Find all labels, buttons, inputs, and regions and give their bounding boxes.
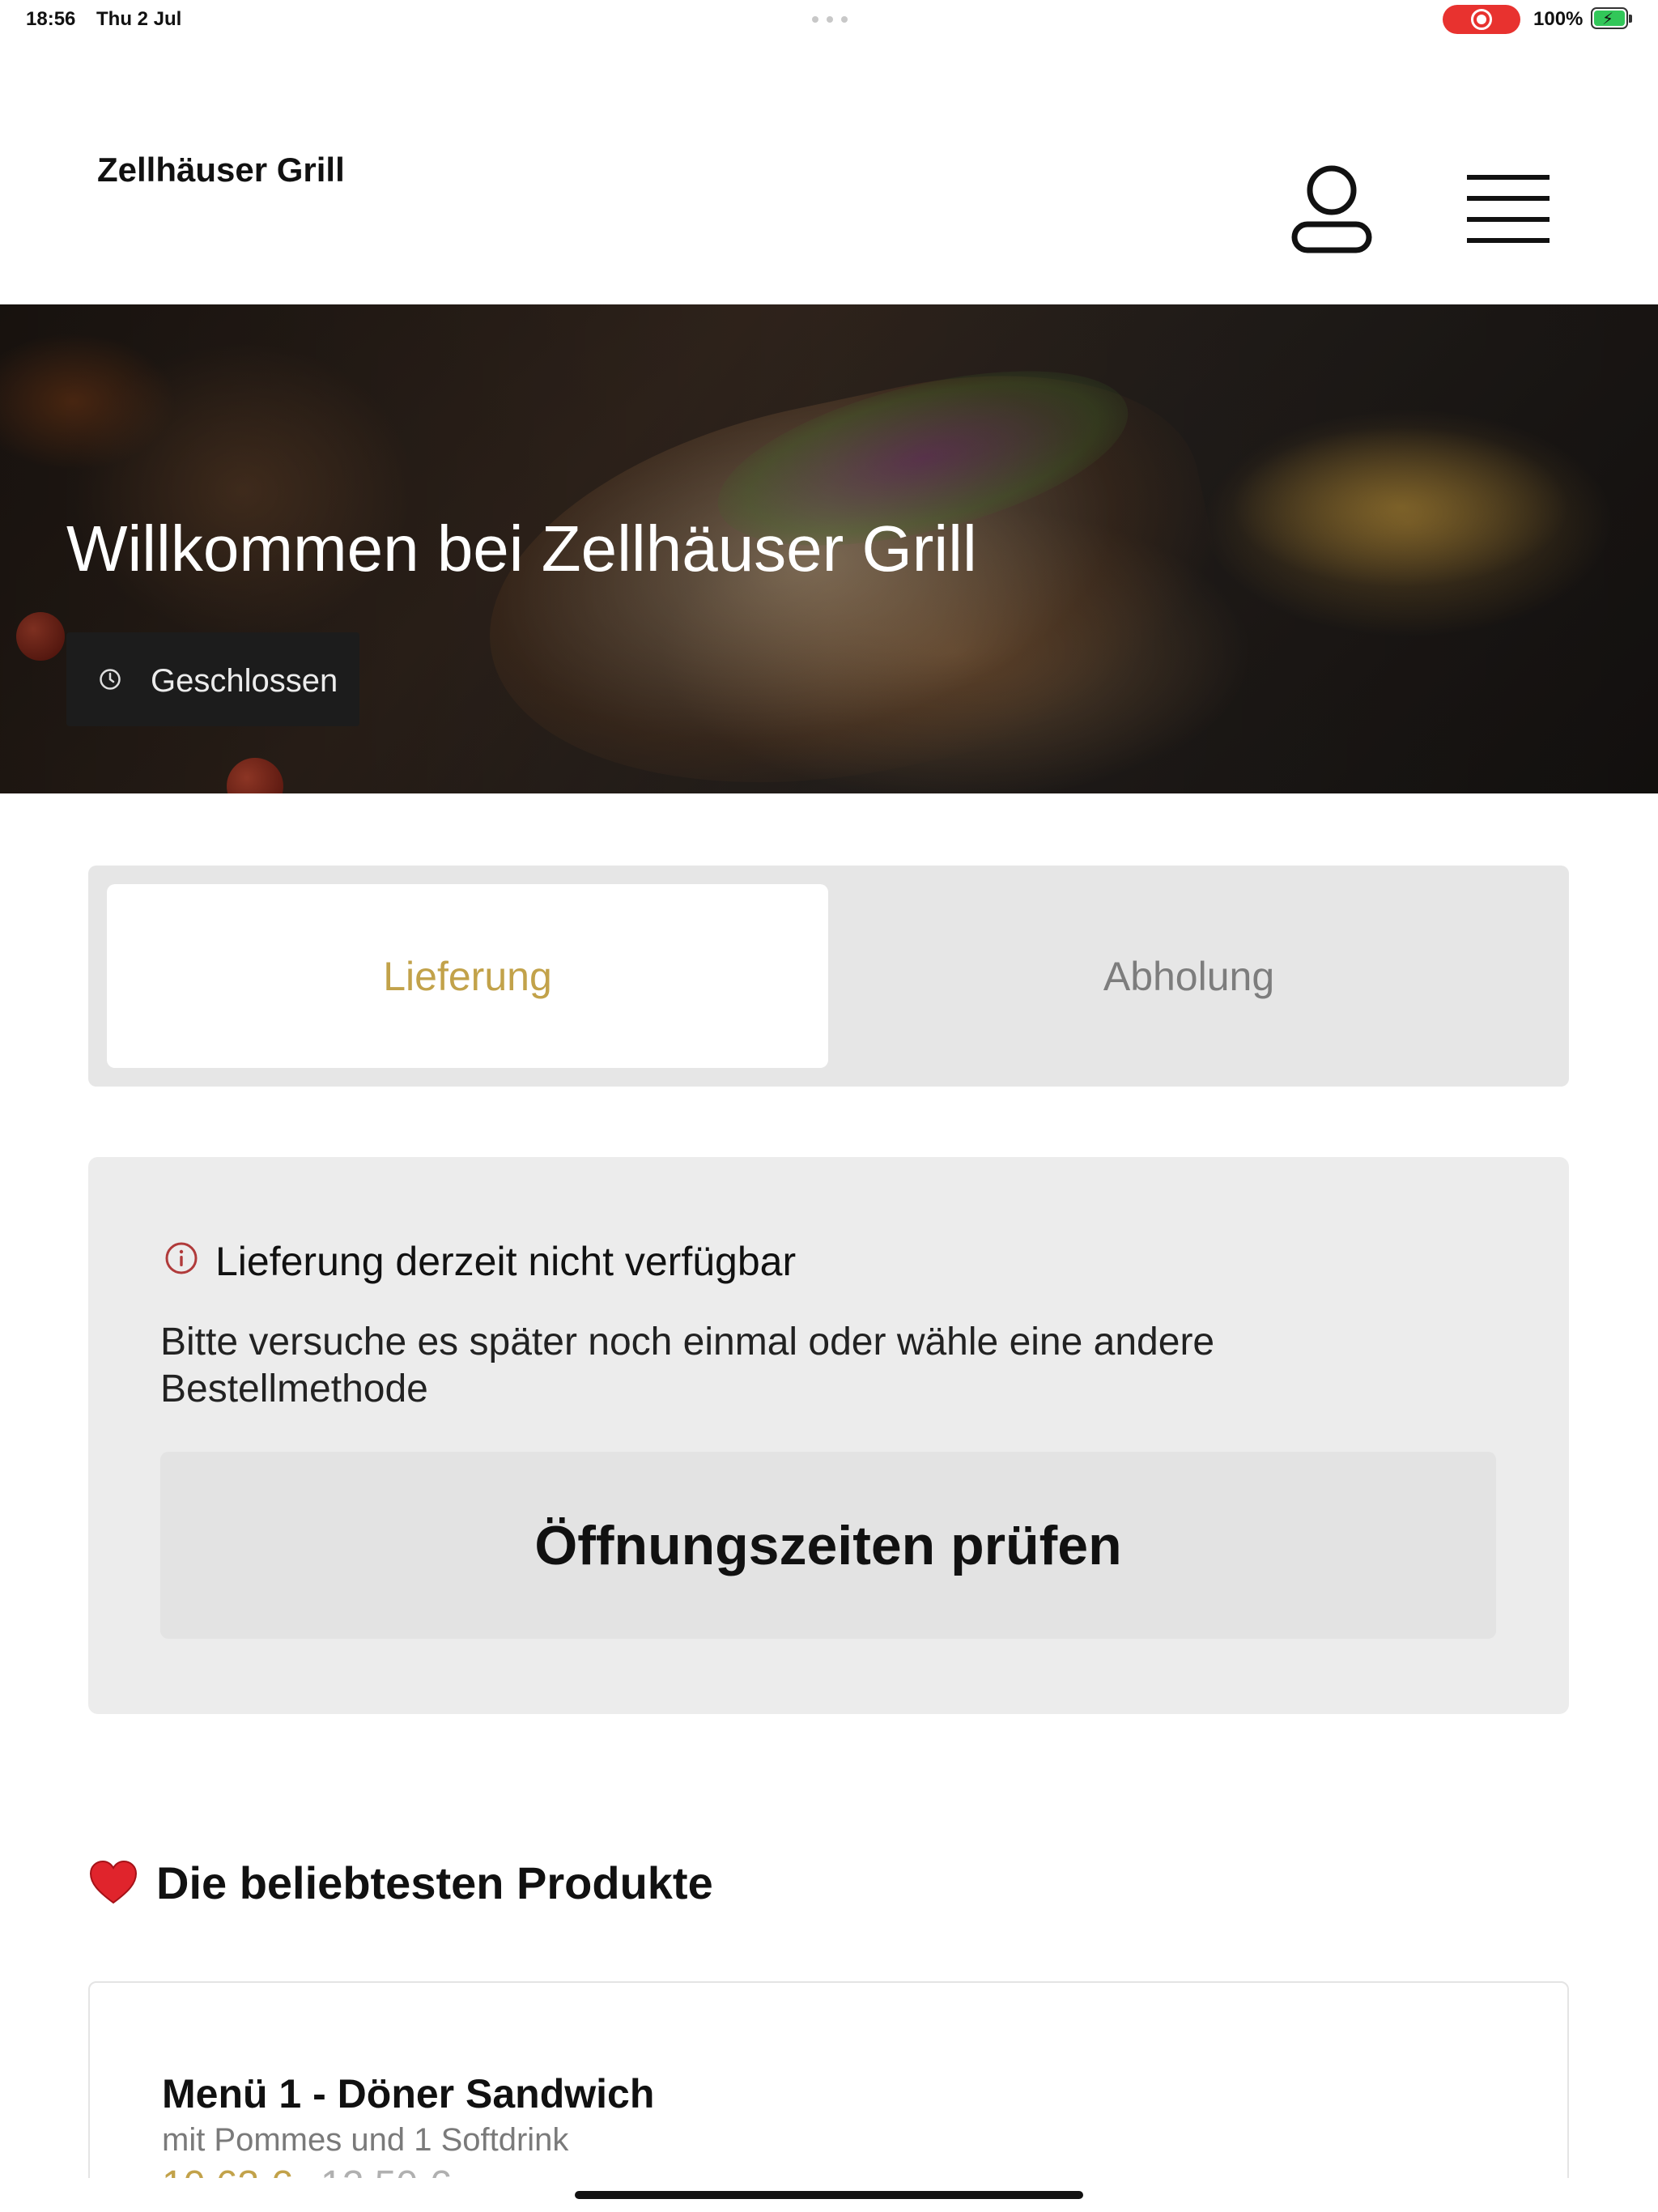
- app-header: Zellhäuser Grill: [0, 37, 1658, 304]
- account-button[interactable]: [1290, 163, 1374, 253]
- hero-banner: Willkommen bei Zellhäuser Grill Geschlos…: [0, 304, 1658, 793]
- opening-status-label: Geschlossen: [151, 663, 338, 699]
- product-description: mit Pommes und 1 Softdrink: [162, 2122, 569, 2158]
- heart-icon: [89, 1860, 138, 1904]
- opening-status-badge: Geschlossen: [66, 632, 359, 726]
- battery-icon: ⚡: [1591, 7, 1632, 29]
- popular-products-title: Die beliebtesten Produkte: [156, 1857, 713, 1908]
- battery-percentage: 100%: [1533, 8, 1584, 30]
- product-name: Menü 1 - Döner Sandwich: [162, 2071, 655, 2116]
- clock-icon: [100, 669, 121, 690]
- notice-text: Bitte versuche es später noch einmal ode…: [160, 1321, 1215, 1410]
- delivery-unavailable-notice: Lieferung derzeit nicht verfügbar Bitte …: [88, 1157, 1569, 1714]
- multitasking-dots-icon[interactable]: [812, 16, 848, 23]
- status-date: Thu 2 Jul: [96, 8, 182, 30]
- tab-delivery[interactable]: Lieferung: [107, 884, 828, 1068]
- home-indicator[interactable]: [575, 2191, 1083, 2199]
- brand-title[interactable]: Zellhäuser Grill: [97, 151, 345, 189]
- hamburger-menu-icon: [1467, 175, 1550, 180]
- status-bar: 18:56 Thu 2 Jul 100% ⚡: [0, 0, 1658, 37]
- notice-title: Lieferung derzeit nicht verfügbar: [215, 1239, 797, 1284]
- tab-pickup[interactable]: Abholung: [828, 884, 1550, 1068]
- popular-products-heading: Die beliebtesten Produkte: [88, 1854, 713, 1911]
- info-icon: [165, 1242, 198, 1274]
- order-mode-switch: Lieferung Abholung: [88, 866, 1569, 1087]
- status-time: 18:56: [26, 8, 76, 30]
- hero-title: Willkommen bei Zellhäuser Grill: [66, 513, 977, 585]
- person-icon: [1291, 165, 1372, 253]
- screen-recording-icon[interactable]: [1443, 5, 1520, 34]
- menu-button[interactable]: [1467, 175, 1550, 244]
- check-opening-hours-button[interactable]: Öffnungszeiten prüfen: [160, 1452, 1496, 1639]
